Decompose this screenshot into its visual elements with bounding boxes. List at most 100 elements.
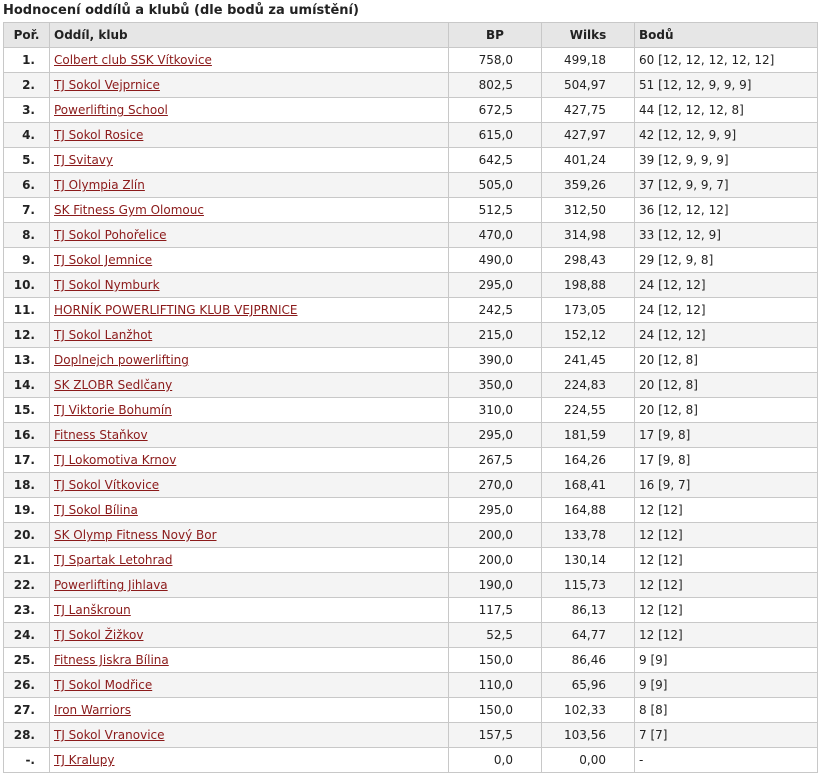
points-cell: 16 [9, 7] [634, 472, 818, 498]
club-link[interactable]: TJ Sokol Žižkov [54, 628, 143, 642]
club-link[interactable]: TJ Sokol Bílina [54, 503, 138, 517]
bp-cell: 390,0 [448, 347, 542, 373]
table-row: 9. TJ Sokol Jemnice 490,0 298,43 29 [12, 9, … [3, 247, 818, 273]
club-link[interactable]: TJ Olympia Zlín [54, 178, 145, 192]
bp-cell: 758,0 [448, 47, 542, 73]
points-cell: 24 [12, 12] [634, 322, 818, 348]
club-link[interactable]: TJ Sokol Vítkovice [54, 478, 159, 492]
table-row: 6. TJ Olympia Zlín 505,0 359,26 37 [12, 9, 9… [3, 172, 818, 198]
club-link[interactable]: TJ Sokol Pohořelice [54, 228, 166, 242]
rank-cell: 16. [3, 422, 50, 448]
points-cell: 9 [9] [634, 647, 818, 673]
club-cell: TJ Sokol Modřice [49, 672, 449, 698]
points-cell: 24 [12, 12] [634, 272, 818, 298]
table-row: 5. TJ Svitavy 642,5 401,24 39 [12, 9, 9, 9] [3, 147, 818, 173]
points-cell: 12 [12] [634, 572, 818, 598]
bp-cell: 802,5 [448, 72, 542, 98]
table-row: 4. TJ Sokol Rosice 615,0 427,97 42 [12, 12, … [3, 122, 818, 148]
club-link[interactable]: TJ Svitavy [54, 153, 113, 167]
club-cell: TJ Lokomotiva Krnov [49, 447, 449, 473]
table-row: 8. TJ Sokol Pohořelice 470,0 314,98 33 [12, … [3, 222, 818, 248]
column-header-points[interactable]: Bodů [634, 22, 818, 48]
wilks-cell: 224,55 [541, 397, 635, 423]
club-cell: TJ Svitavy [49, 147, 449, 173]
club-link[interactable]: TJ Spartak Letohrad [54, 553, 172, 567]
club-link[interactable]: TJ Sokol Lanžhot [54, 328, 152, 342]
club-cell: TJ Sokol Vejprnice [49, 72, 449, 98]
wilks-cell: 102,33 [541, 697, 635, 723]
table-row: 14. SK ZLOBR Sedlčany 350,0 224,83 20 [12, 8… [3, 372, 818, 398]
club-link[interactable]: Fitness Staňkov [54, 428, 148, 442]
points-cell: - [634, 747, 818, 773]
club-link[interactable]: Doplnejch powerlifting [54, 353, 189, 367]
club-link[interactable]: TJ Lokomotiva Krnov [54, 453, 176, 467]
club-link[interactable]: TJ Sokol Jemnice [54, 253, 152, 267]
club-link[interactable]: TJ Sokol Vejprnice [54, 78, 160, 92]
bp-cell: 295,0 [448, 272, 542, 298]
points-cell: 51 [12, 12, 9, 9, 9] [634, 72, 818, 98]
rank-cell: 5. [3, 147, 50, 173]
club-link[interactable]: SK Olymp Fitness Nový Bor [54, 528, 217, 542]
club-link[interactable]: SK Fitness Gym Olomouc [54, 203, 204, 217]
points-cell: 37 [12, 9, 9, 7] [634, 172, 818, 198]
bp-cell: 672,5 [448, 97, 542, 123]
wilks-cell: 427,97 [541, 122, 635, 148]
club-link[interactable]: TJ Lanškroun [54, 603, 131, 617]
club-cell: Fitness Jiskra Bílina [49, 647, 449, 673]
rank-cell: 11. [3, 297, 50, 323]
rank-cell: 23. [3, 597, 50, 623]
points-cell: 36 [12, 12, 12] [634, 197, 818, 223]
club-link[interactable]: Colbert club SSK Vítkovice [54, 53, 212, 67]
club-link[interactable]: TJ Sokol Vranovice [54, 728, 165, 742]
points-cell: 8 [8] [634, 697, 818, 723]
bp-cell: 150,0 [448, 697, 542, 723]
column-header-rank[interactable]: Poř. [3, 22, 50, 48]
club-link[interactable]: TJ Viktorie Bohumín [54, 403, 172, 417]
table-row: 23. TJ Lanškroun 117,5 86,13 12 [12] [3, 597, 818, 623]
club-cell: TJ Kralupy [49, 747, 449, 773]
wilks-cell: 499,18 [541, 47, 635, 73]
bp-cell: 117,5 [448, 597, 542, 623]
club-cell: TJ Sokol Pohořelice [49, 222, 449, 248]
club-cell: Fitness Staňkov [49, 422, 449, 448]
club-link[interactable]: SK ZLOBR Sedlčany [54, 378, 172, 392]
club-link[interactable]: Powerlifting Jihlava [54, 578, 168, 592]
club-link[interactable]: HORNÍK POWERLIFTING KLUB VEJPRNICE [54, 303, 298, 317]
club-link[interactable]: Iron Warriors [54, 703, 131, 717]
wilks-cell: 133,78 [541, 522, 635, 548]
points-cell: 12 [12] [634, 622, 818, 648]
wilks-cell: 103,56 [541, 722, 635, 748]
club-cell: TJ Sokol Vítkovice [49, 472, 449, 498]
club-link[interactable]: TJ Sokol Nymburk [54, 278, 160, 292]
rank-cell: 26. [3, 672, 50, 698]
rank-cell: 13. [3, 347, 50, 373]
rank-cell: 27. [3, 697, 50, 723]
wilks-cell: 86,46 [541, 647, 635, 673]
club-link[interactable]: TJ Kralupy [54, 753, 115, 767]
bp-cell: 190,0 [448, 572, 542, 598]
club-cell: TJ Olympia Zlín [49, 172, 449, 198]
wilks-cell: 314,98 [541, 222, 635, 248]
table-row: 19. TJ Sokol Bílina 295,0 164,88 12 [12] [3, 497, 818, 523]
table-row: 27. Iron Warriors 150,0 102,33 8 [8] [3, 697, 818, 723]
table-row: 18. TJ Sokol Vítkovice 270,0 168,41 16 [9, 7… [3, 472, 818, 498]
club-link[interactable]: TJ Sokol Modřice [54, 678, 152, 692]
rank-cell: 20. [3, 522, 50, 548]
column-header-bp[interactable]: BP [448, 22, 542, 48]
wilks-cell: 181,59 [541, 422, 635, 448]
points-cell: 12 [12] [634, 522, 818, 548]
club-link[interactable]: Fitness Jiskra Bílina [54, 653, 169, 667]
bp-cell: 0,0 [448, 747, 542, 773]
table-body: 1. Colbert club SSK Vítkovice 758,0 499,18 6… [3, 47, 818, 773]
rank-cell: 15. [3, 397, 50, 423]
points-cell: 29 [12, 9, 8] [634, 247, 818, 273]
table-row: 24. TJ Sokol Žižkov 52,5 64,77 12 [12] [3, 622, 818, 648]
column-header-wilks[interactable]: Wilks [541, 22, 635, 48]
column-header-club[interactable]: Oddíl, klub [49, 22, 449, 48]
club-link[interactable]: TJ Sokol Rosice [54, 128, 143, 142]
club-cell: HORNÍK POWERLIFTING KLUB VEJPRNICE [49, 297, 449, 323]
club-cell: SK Olymp Fitness Nový Bor [49, 522, 449, 548]
club-link[interactable]: Powerlifting School [54, 103, 168, 117]
table-row: 3. Powerlifting School 672,5 427,75 44 [12, … [3, 97, 818, 123]
bp-cell: 270,0 [448, 472, 542, 498]
